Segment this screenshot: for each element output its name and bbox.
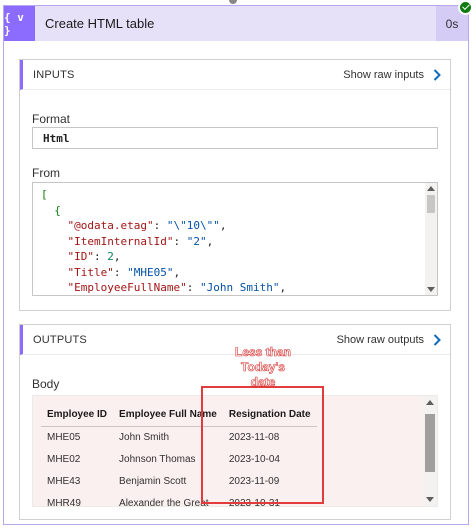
- scroll-up-icon[interactable]: [426, 400, 434, 405]
- inputs-header: INPUTS Show raw inputs: [20, 60, 450, 90]
- employee-id-cell: MHE05: [47, 431, 81, 443]
- json-line: {: [41, 203, 61, 217]
- json-line: "ItemInternalId": "2",: [67, 234, 214, 248]
- annotation-line-1: Less than: [234, 345, 292, 360]
- variable-icon: { v }: [4, 6, 35, 41]
- chevron-right-icon[interactable]: [430, 68, 444, 82]
- json-scrollbar[interactable]: [425, 183, 437, 295]
- json-content: [ { "@odata.etag": "\"10\"", "ItemIntern…: [41, 187, 287, 297]
- show-raw-outputs-link[interactable]: Show raw outputs: [337, 334, 424, 346]
- scroll-down-icon[interactable]: [427, 287, 435, 292]
- employee-id-cell: MHR49: [47, 497, 81, 507]
- scroll-down-icon[interactable]: [426, 497, 434, 502]
- annotation-label: Less than Today's date: [228, 345, 298, 390]
- checkmark-circle-icon: [458, 0, 473, 15]
- chevron-right-icon[interactable]: [430, 333, 444, 347]
- inputs-title: INPUTS: [33, 68, 75, 81]
- table-scrollbar[interactable]: [423, 396, 437, 506]
- scroll-thumb[interactable]: [425, 414, 435, 472]
- employee-id-cell: MHE43: [47, 475, 81, 487]
- action-header[interactable]: { v } Create HTML table 0s: [4, 6, 468, 41]
- scroll-thumb[interactable]: [427, 195, 435, 213]
- from-json-viewer[interactable]: [ { "@odata.etag": "\"10\"", "ItemIntern…: [32, 182, 438, 296]
- format-value: Html: [32, 127, 438, 149]
- flow-connector: [229, 0, 237, 4]
- inputs-panel: INPUTS Show raw inputs Format Html From …: [19, 59, 451, 311]
- json-line: "ID": 2,: [67, 250, 121, 263]
- employee-id-cell: MHE02: [47, 453, 81, 465]
- json-line: "EmployeeFullName": "John Smith",: [67, 281, 287, 294]
- column-header: Employee ID: [41, 404, 114, 427]
- action-title: Create HTML table: [45, 16, 155, 31]
- json-line: "@odata.etag": "\"10\"",: [67, 219, 227, 232]
- json-line: [: [41, 188, 48, 201]
- scroll-up-icon[interactable]: [427, 186, 435, 191]
- json-line: "ResignationDate": "2023-11-08",: [41, 296, 286, 297]
- json-line: "Title": "MHE05",: [67, 265, 181, 279]
- annotation-line-2: Today's date: [241, 360, 286, 390]
- outputs-title: OUTPUTS: [33, 333, 87, 346]
- show-raw-inputs-link[interactable]: Show raw inputs: [343, 69, 424, 81]
- format-label: Format: [32, 112, 71, 126]
- body-label: Body: [32, 377, 60, 391]
- annotation-highlight-box: [201, 386, 324, 504]
- from-label: From: [32, 166, 60, 180]
